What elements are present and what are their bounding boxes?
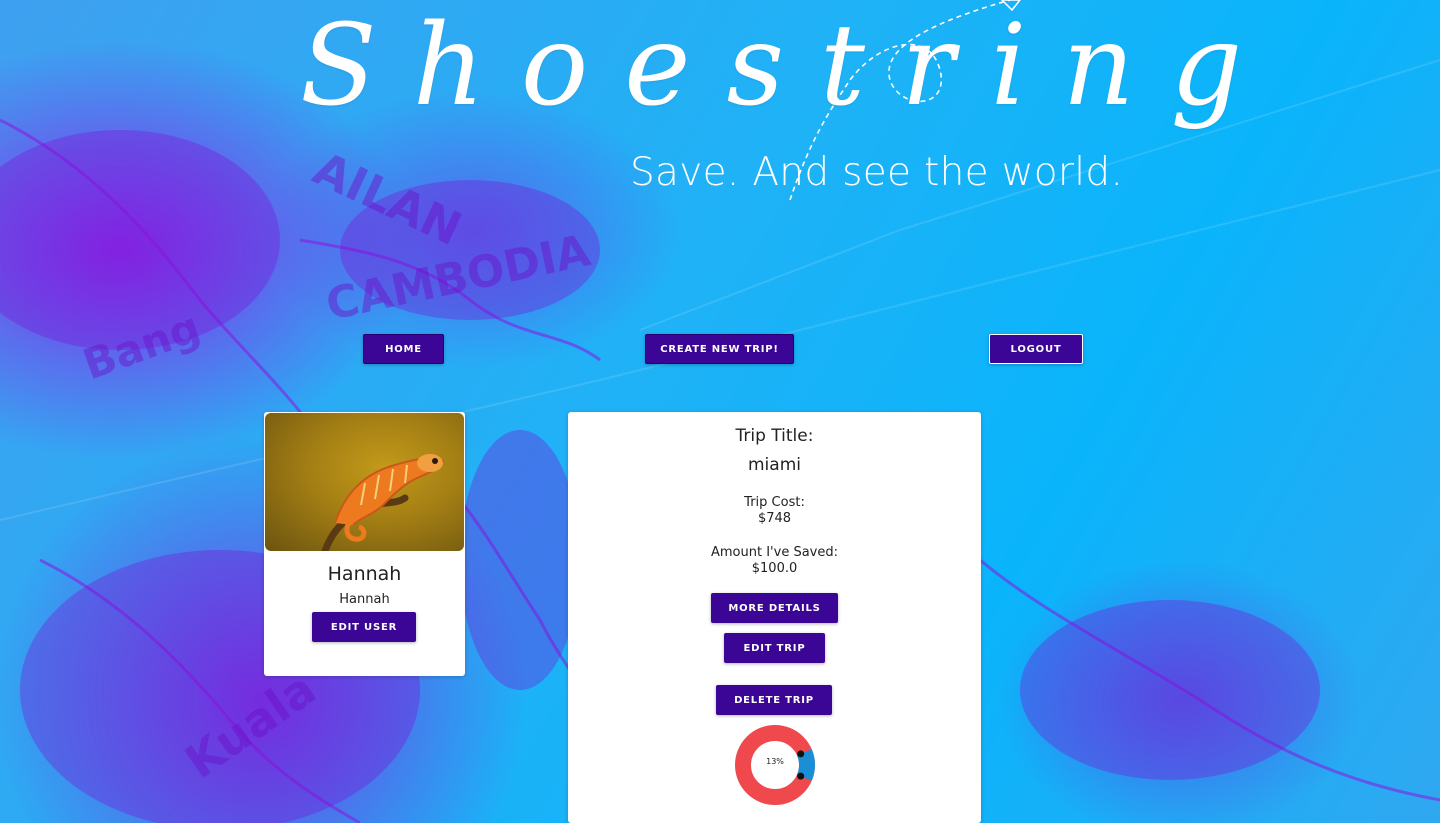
svg-text:Kuala: Kuala [175, 661, 325, 789]
amount-saved-label: Amount I've Saved: [711, 545, 838, 560]
logout-button[interactable]: LOGOUT [989, 334, 1083, 364]
more-details-button[interactable]: MORE DETAILS [711, 593, 838, 623]
donut-handle-end [797, 772, 805, 780]
svg-text:CAMBODIA: CAMBODIA [322, 225, 595, 331]
brand-logo: Shoestring Save. And see the world. [290, 0, 1242, 210]
user-card: Hannah Hannah EDIT USER [264, 412, 465, 676]
trip-cost-value: $748 [757, 511, 792, 526]
user-username: Hannah [339, 592, 390, 607]
create-new-trip-button[interactable]: CREATE NEW TRIP! [645, 334, 794, 364]
chameleon-image-icon [321, 454, 445, 551]
avatar [265, 413, 464, 551]
trip-cost-label: Trip Cost: [744, 495, 805, 510]
delete-trip-button[interactable]: DELETE TRIP [716, 685, 832, 715]
user-display-name: Hannah [327, 563, 402, 585]
edit-user-button[interactable]: EDIT USER [312, 612, 416, 642]
brand-title: Shoestring [300, 1, 1279, 131]
trip-title: miami [748, 455, 801, 475]
edit-trip-button[interactable]: EDIT TRIP [724, 633, 825, 663]
svg-text:Bang: Bang [77, 302, 207, 389]
trip-card: Trip Title: miami Trip Cost: $748 Amount… [568, 412, 981, 823]
trip-title-label: Trip Title: [735, 426, 814, 446]
progress-percent-label: 13% [766, 757, 784, 766]
home-button[interactable]: HOME [363, 334, 444, 364]
brand-tagline: Save. And see the world. [630, 150, 1124, 195]
amount-saved-value: $100.0 [751, 561, 798, 576]
